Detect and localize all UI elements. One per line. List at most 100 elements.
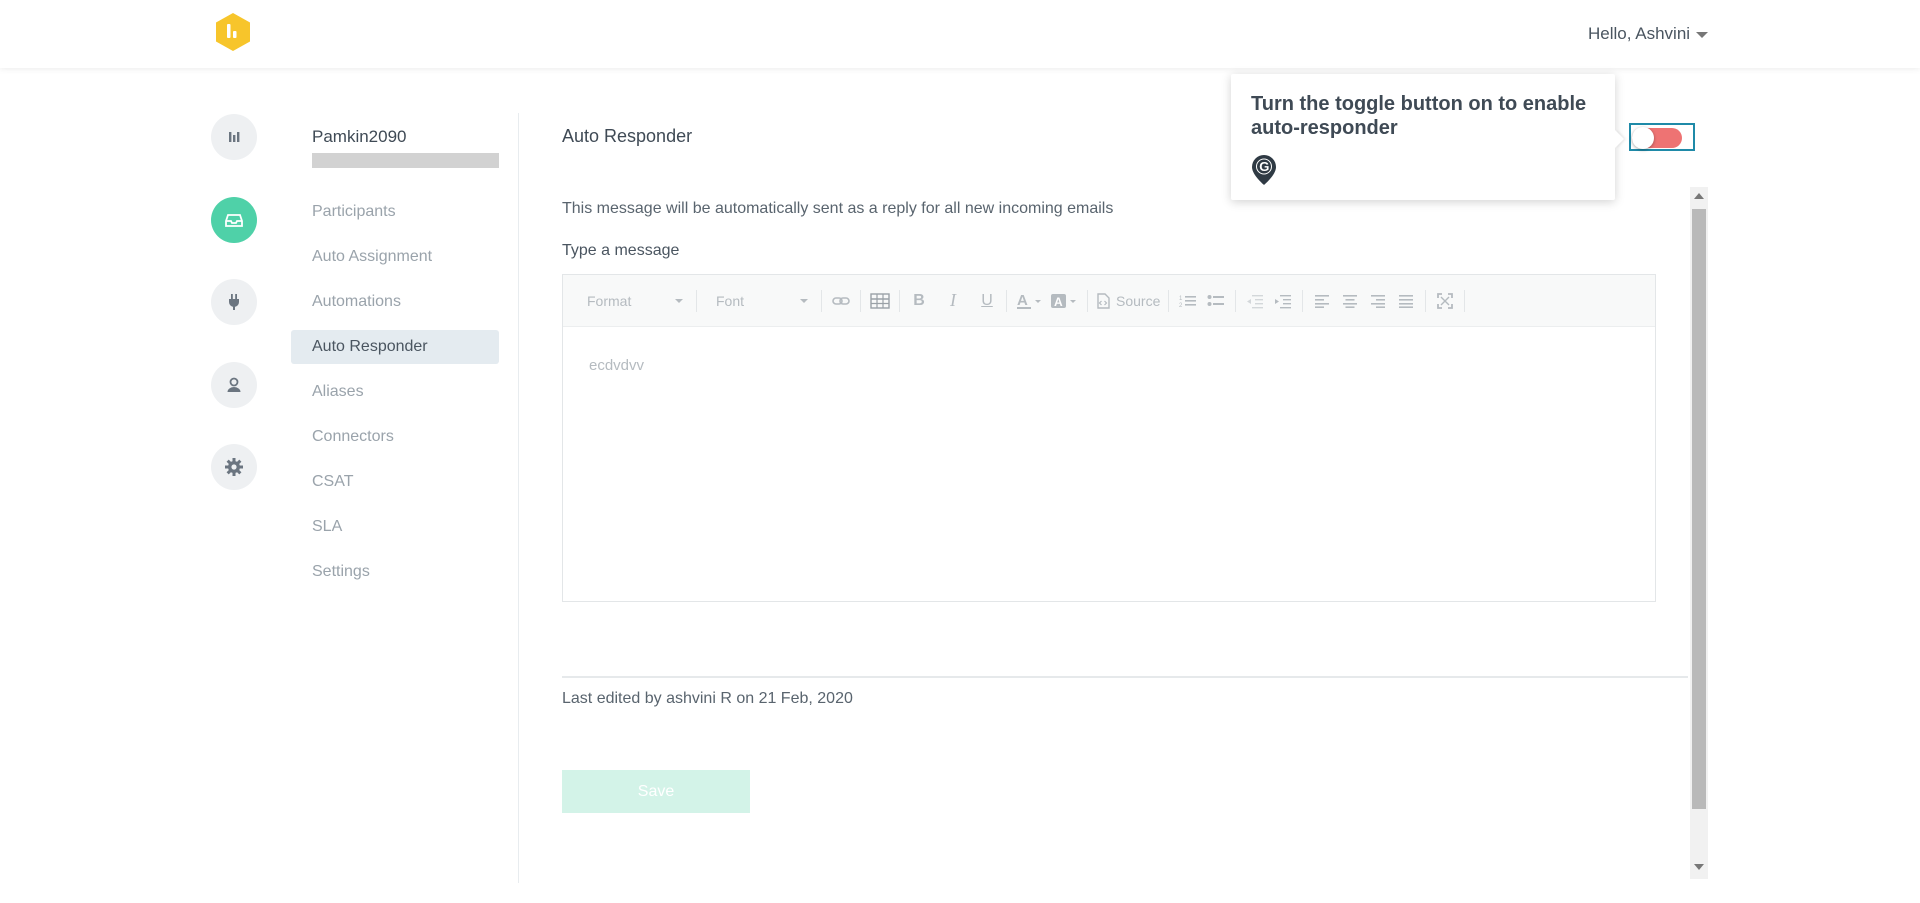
toolbar-separator (696, 289, 697, 312)
subnav-item-label: Automations (312, 293, 401, 310)
subnav-item-participants[interactable]: Participants (291, 195, 499, 229)
subnav-item-label: CSAT (312, 473, 354, 490)
user-menu[interactable]: Hello, Ashvini (1588, 24, 1709, 44)
scroll-up-arrow-icon[interactable] (1694, 193, 1704, 199)
rail-integrations[interactable] (211, 279, 257, 325)
link-button[interactable] (827, 287, 855, 315)
user-icon (227, 377, 241, 392)
toolbar-separator (1168, 289, 1170, 312)
background-color-button[interactable]: A (1046, 287, 1082, 315)
tooltip-text: Turn the toggle button on to enable auto… (1251, 93, 1587, 139)
analytics-icon (229, 132, 240, 142)
outdent-icon (1247, 294, 1264, 308)
align-center-button[interactable] (1336, 287, 1364, 315)
rail-users[interactable] (211, 362, 257, 408)
save-button[interactable]: Save (562, 770, 750, 813)
rail-settings[interactable] (211, 444, 257, 490)
indent-button[interactable] (1269, 287, 1297, 315)
align-left-icon (1315, 294, 1330, 308)
subnav-item-label: Participants (312, 203, 396, 220)
subnav-item-connectors[interactable]: Connectors (291, 420, 499, 454)
onboarding-tooltip: Turn the toggle button on to enable auto… (1231, 74, 1615, 200)
tooltip-arrow (1615, 130, 1624, 148)
subnav-item-csat[interactable]: CSAT (291, 465, 499, 499)
subnav-item-settings[interactable]: Settings (291, 555, 499, 589)
inbox-icon (225, 214, 243, 227)
italic-button[interactable]: I (939, 287, 967, 315)
subnav-item-label: Auto Assignment (312, 248, 433, 265)
scroll-down-arrow-icon[interactable] (1694, 864, 1704, 870)
toggle-knob[interactable] (1632, 127, 1654, 149)
svg-text:A: A (1017, 292, 1028, 309)
toolbar-separator (899, 289, 900, 312)
guide-pin-icon: G (1252, 155, 1276, 185)
subnav-item-label: Connectors (312, 428, 394, 445)
plug-icon (229, 294, 239, 310)
align-right-button[interactable] (1364, 287, 1392, 315)
bold-icon: B (913, 291, 925, 309)
background-color-icon: A (1051, 293, 1076, 309)
scrollbar-thumb[interactable] (1692, 209, 1706, 809)
text-color-button[interactable]: A (1012, 287, 1046, 315)
rail-analytics[interactable] (211, 114, 257, 160)
horizontal-divider (562, 676, 1688, 678)
link-icon (832, 296, 850, 305)
subnav-item-label: Auto Responder (312, 338, 428, 355)
outdent-button[interactable] (1241, 287, 1269, 315)
source-icon (1097, 292, 1110, 309)
editor-content[interactable]: ecdvdvv (589, 357, 644, 374)
source-button[interactable]: Source (1093, 287, 1163, 315)
align-left-button[interactable] (1308, 287, 1336, 315)
format-select-label: Format (587, 292, 632, 309)
gear-icon (225, 458, 243, 476)
subnav-item-aliases[interactable]: Aliases (291, 375, 499, 409)
svg-text:A: A (1054, 295, 1063, 309)
toolbar-separator (1464, 289, 1466, 312)
numbered-list-button[interactable]: 12 (1174, 287, 1202, 315)
underline-icon: U (981, 291, 993, 309)
underline-button[interactable]: U (973, 287, 1001, 315)
chevron-down-icon (1696, 31, 1709, 38)
description-text: This message will be automatically sent … (562, 200, 1114, 217)
toolbar-separator (821, 289, 822, 312)
toolbar-separator (1302, 289, 1304, 312)
account-name: Pamkin2090 (312, 127, 407, 146)
justify-icon (1399, 294, 1414, 308)
subnav-item-auto-assignment[interactable]: Auto Assignment (291, 240, 499, 274)
rail-inbox[interactable] (211, 197, 257, 243)
font-select[interactable]: Font (702, 289, 816, 313)
align-right-icon (1371, 294, 1386, 308)
app-logo[interactable] (214, 12, 252, 52)
table-icon (870, 292, 890, 309)
font-select-label: Font (716, 292, 745, 309)
bold-button[interactable]: B (905, 287, 933, 315)
rich-text-editor: Format Font B I U A A Source 12 ecdvdvv (562, 274, 1656, 602)
greeting-text: Hello, Ashvini (1588, 24, 1691, 43)
chevron-down-icon (800, 298, 808, 303)
toolbar-separator (1006, 289, 1007, 312)
toolbar-separator (1425, 289, 1427, 312)
page-title: Auto Responder (562, 126, 693, 146)
svg-text:1: 1 (1179, 296, 1183, 302)
editor-toolbar: Format Font B I U A A Source 12 (563, 275, 1655, 327)
table-button[interactable] (866, 287, 894, 315)
bulleted-list-icon (1207, 294, 1225, 306)
subnav-item-label: Aliases (312, 383, 364, 400)
maximize-button[interactable] (1431, 287, 1459, 315)
account-email-placeholder (312, 153, 499, 168)
indent-icon (1275, 294, 1292, 308)
svg-text:2: 2 (1179, 303, 1183, 309)
svg-text:G: G (1259, 159, 1269, 174)
subnav-item-automations[interactable]: Automations (291, 285, 499, 319)
text-color-icon: A (1017, 292, 1041, 309)
italic-icon: I (950, 290, 956, 310)
subnav-item-sla[interactable]: SLA (291, 510, 499, 544)
format-select[interactable]: Format (573, 289, 691, 313)
subnav-item-label: SLA (312, 518, 343, 535)
justify-button[interactable] (1392, 287, 1420, 315)
toolbar-separator (1235, 289, 1237, 312)
subnav-item-auto-responder[interactable]: Auto Responder (291, 330, 499, 364)
top-bar: Hello, Ashvini (0, 0, 1920, 68)
message-label: Type a message (562, 242, 680, 259)
bulleted-list-button[interactable] (1202, 287, 1230, 315)
